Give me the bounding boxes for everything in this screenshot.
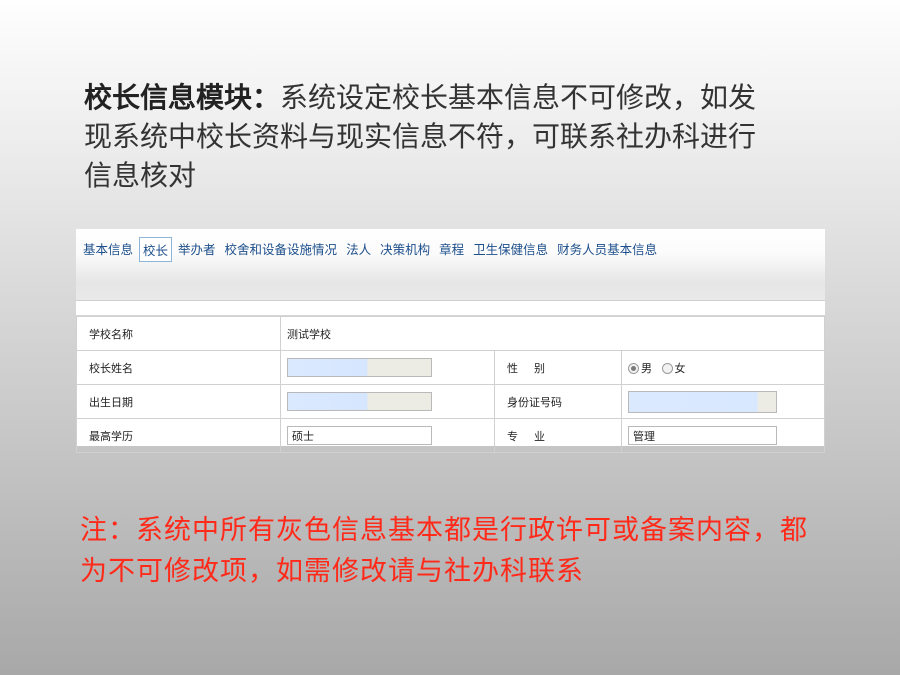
id-number-field[interactable] <box>628 390 777 413</box>
gender-male-label: 男 <box>641 361 652 375</box>
birth-date-label: 出生日期 <box>76 384 281 419</box>
id-number-label: 身份证号码 <box>494 384 622 419</box>
tab-principal[interactable]: 校长 <box>139 237 173 262</box>
module-title: 校长信息模块： <box>84 81 281 114</box>
tab-facilities[interactable]: 校舍和设备设施情况 <box>222 237 341 262</box>
principal-name-label: 校长姓名 <box>76 350 281 385</box>
education-field[interactable]: 硕士 <box>287 426 432 445</box>
principal-name-field[interactable] <box>287 358 432 377</box>
divider <box>76 301 825 316</box>
tab-bar: 基本信息 校长 举办者 校舍和设备设施情况 法人 决策机构 章程 卫生保健信息 … <box>76 229 825 301</box>
gender-female-radio[interactable] <box>661 363 673 374</box>
tab-legal-person[interactable]: 法人 <box>343 237 374 262</box>
tab-charter[interactable]: 章程 <box>436 237 467 262</box>
tab-decision-body[interactable]: 决策机构 <box>377 237 433 262</box>
tab-finance-staff[interactable]: 财务人员基本信息 <box>554 237 660 262</box>
tab-sponsor[interactable]: 举办者 <box>175 237 219 262</box>
principal-info-panel: 基本信息 校长 举办者 校舍和设备设施情况 法人 决策机构 章程 卫生保健信息 … <box>76 229 825 453</box>
tab-basic-info[interactable]: 基本信息 <box>80 237 136 262</box>
tab-health-info[interactable]: 卫生保健信息 <box>470 237 551 262</box>
gender-female-label: 女 <box>674 361 686 375</box>
birth-date-field[interactable] <box>287 392 432 411</box>
module-description: 校长信息模块：系统设定校长基本信息不可修改，如发现系统中校长资料与现实信息不符，… <box>84 78 764 195</box>
warning-note: 注：系统中所有灰色信息基本都是行政许可或备案内容，都为不可修改项，如需修改请与社… <box>80 515 808 587</box>
gender-male-radio[interactable] <box>628 363 639 374</box>
school-name-label: 学校名称 <box>76 316 281 351</box>
major-label: 专业 <box>507 429 561 443</box>
education-label: 最高学历 <box>76 418 281 453</box>
gender-label: 性别 <box>507 361 561 375</box>
gender-options: 男 女 <box>621 350 825 385</box>
table-row: 校长姓名 性别 男 女 <box>76 350 825 385</box>
school-name-value: 测试学校 <box>280 316 825 351</box>
principal-form: 学校名称 测试学校 校长姓名 性别 男 女 出生日期 身份证号码 最高学历 硕士… <box>76 316 825 453</box>
table-row: 学校名称 测试学校 <box>76 316 825 351</box>
major-field[interactable]: 管理 <box>628 426 777 445</box>
table-row: 最高学历 硕士 专业 管理 <box>76 418 825 453</box>
table-row: 出生日期 身份证号码 <box>76 384 825 419</box>
